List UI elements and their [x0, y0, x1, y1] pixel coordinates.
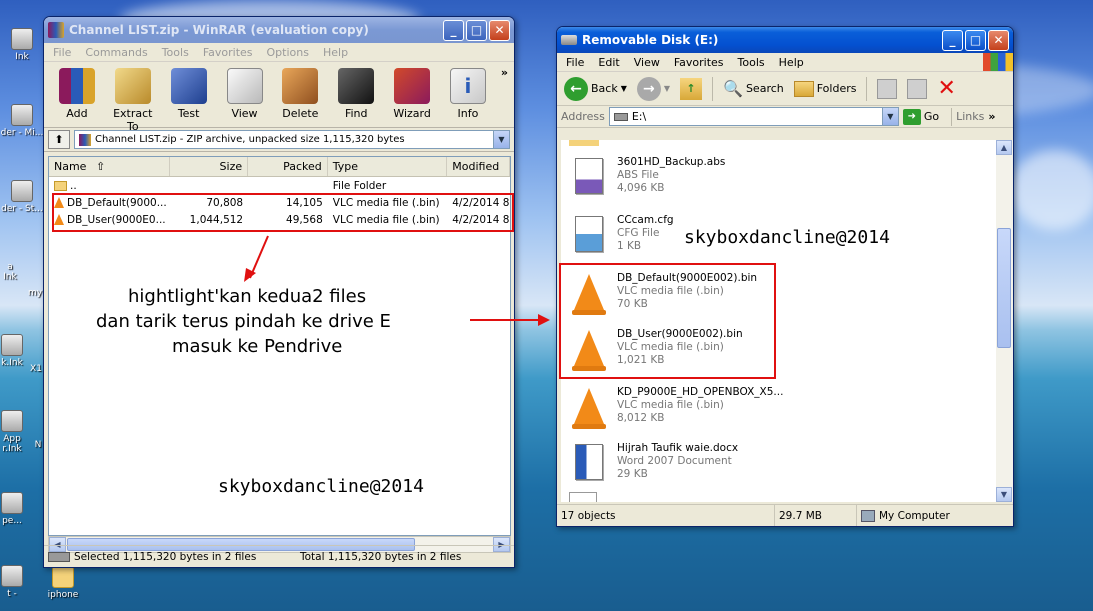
- watermark-text: skyboxdancline@2014: [218, 476, 424, 497]
- instruction-text-line1: hightlight'kan kedua2 files: [128, 286, 367, 307]
- instruction-text-line3: masuk ke Pendrive: [172, 336, 343, 357]
- instruction-text-line2: dan tarik terus pindah ke drive E: [96, 311, 391, 332]
- arrow-right-head: [538, 314, 550, 326]
- watermark-text: skyboxdancline@2014: [684, 227, 890, 248]
